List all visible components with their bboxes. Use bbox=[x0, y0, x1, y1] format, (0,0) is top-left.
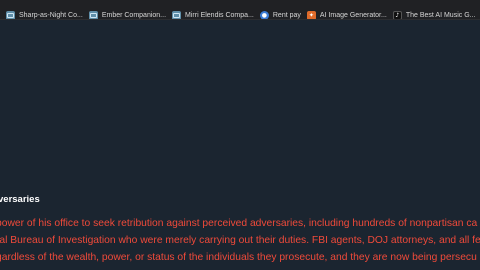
bookmark-rent-pay[interactable]: ● Rent pay bbox=[259, 8, 301, 19]
article-line: power of his office to seek retribution … bbox=[0, 218, 478, 229]
bookmark-label: Sharp-as-Night Co... bbox=[19, 12, 83, 19]
bookmarks-bar: Sharp-as-Night Co... Ember Companion... … bbox=[0, 0, 480, 20]
globe-icon bbox=[6, 11, 15, 19]
globe-icon bbox=[172, 11, 182, 19]
page-content: versaries power of his office to seek re… bbox=[0, 20, 480, 270]
bookmark-label: The Best AI Music G... bbox=[405, 12, 476, 19]
section-heading: versaries bbox=[0, 194, 40, 205]
bookmark-best-ai-music[interactable]: ♪ The Best AI Music G... bbox=[392, 8, 476, 19]
article-line: gardless of the wealth, power, or status… bbox=[0, 251, 477, 263]
music-icon: ♪ bbox=[392, 11, 402, 19]
bookmark-ai-image-generator[interactable]: ✦ AI Image Generator... bbox=[306, 8, 387, 19]
bookmark-sharp-as-night[interactable]: Sharp-as-Night Co... bbox=[6, 8, 83, 19]
bookmark-label: Rent pay bbox=[272, 12, 301, 19]
circle-icon: ● bbox=[259, 11, 269, 19]
bookmark-mirri-elendis[interactable]: Mirri Elendis Compa... bbox=[172, 8, 254, 19]
bookmark-label: AI Image Generator... bbox=[319, 12, 387, 19]
bookmark-label: Mirri Elendis Compa... bbox=[185, 12, 254, 19]
globe-icon bbox=[88, 11, 98, 19]
bookmark-label: Ember Companion... bbox=[101, 12, 167, 19]
bookmark-ember-companion[interactable]: Ember Companion... bbox=[88, 8, 167, 19]
browser-window: Sharp-as-Night Co... Ember Companion... … bbox=[0, 0, 480, 270]
ai-icon: ✦ bbox=[306, 11, 316, 19]
article-line: ral Bureau of Investigation who were mer… bbox=[0, 234, 480, 246]
article-body: power of his office to seek retribution … bbox=[0, 216, 480, 266]
